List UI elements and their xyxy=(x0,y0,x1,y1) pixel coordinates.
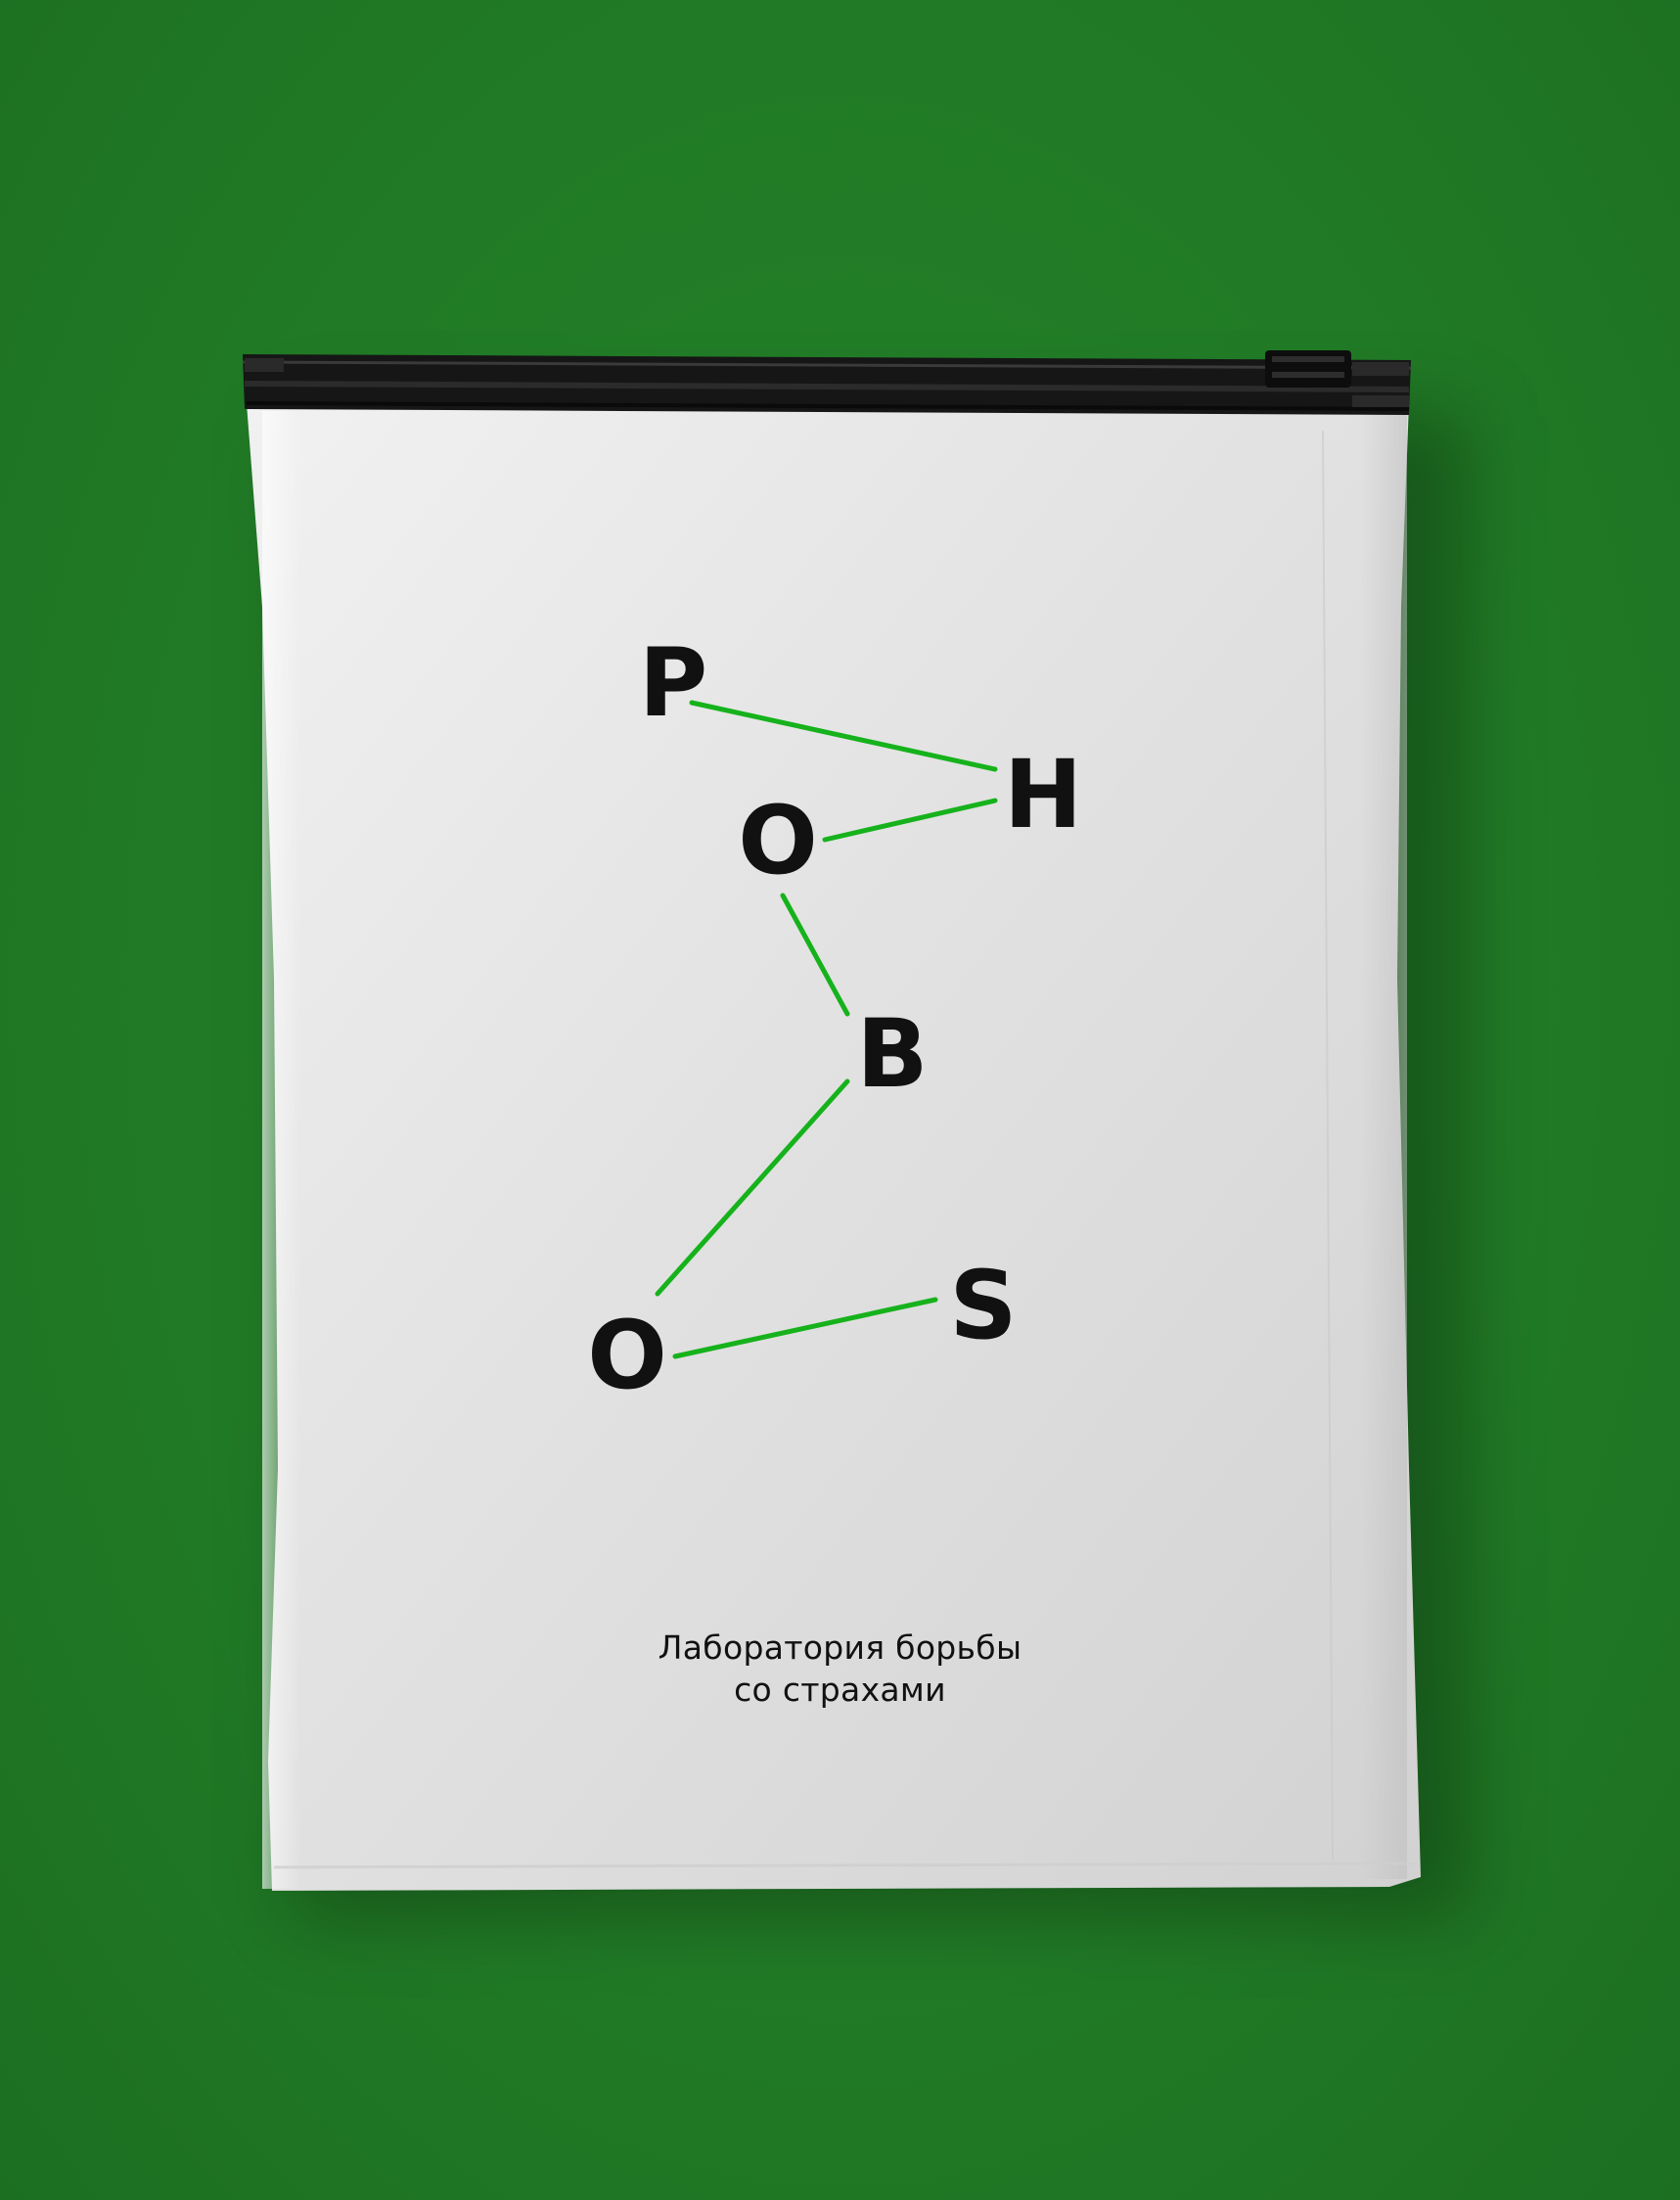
logo-letter-h: H xyxy=(1004,740,1082,849)
logo-letter-s: S xyxy=(949,1251,1017,1360)
logo-letter-b: B xyxy=(856,999,928,1109)
tagline-line-1: Лаборатория борьбы xyxy=(658,1628,1022,1667)
logo-letter-o-1: O xyxy=(738,786,818,895)
scene-background: P H O B S O Лаборатория борьбы со страха… xyxy=(0,0,1680,2200)
logo-letter-p: P xyxy=(639,628,707,738)
tagline-line-2: со страхами xyxy=(734,1671,946,1709)
logo-letter-o-2: O xyxy=(587,1301,667,1410)
zipper-track xyxy=(242,354,1412,415)
bag-body xyxy=(247,403,1421,1891)
zipper-slider xyxy=(1265,350,1351,388)
packaging-bag: P H O B S O xyxy=(242,350,1421,1891)
